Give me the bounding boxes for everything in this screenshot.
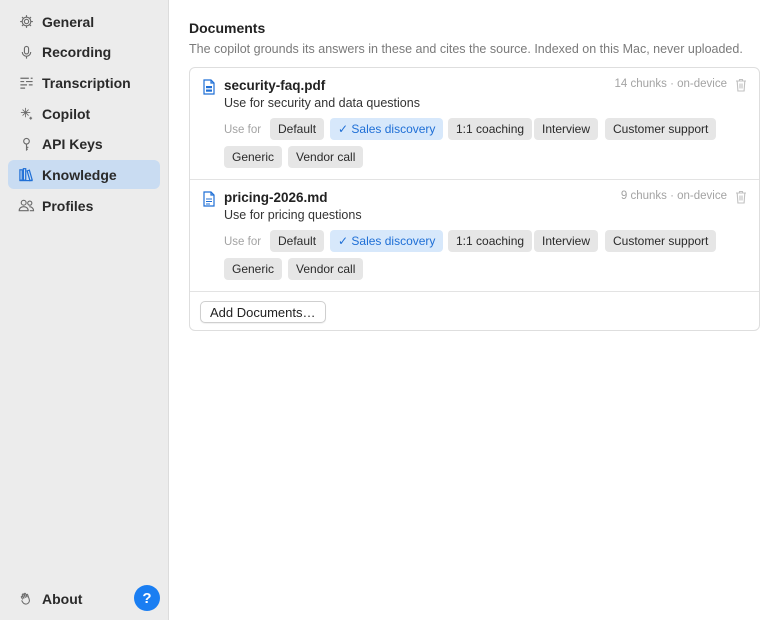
sparkle-icon (17, 105, 35, 123)
document-row: security-faq.pdf Use for security and da… (190, 68, 759, 180)
document-row: pricing-2026.md Use for pricing question… (190, 180, 759, 292)
document-name: pricing-2026.md (224, 190, 328, 205)
tag-1-1-coaching[interactable]: 1:1 coaching (448, 230, 533, 252)
tag-interview[interactable]: Interview (534, 230, 599, 252)
use-for-label: Use for (224, 236, 262, 248)
tag-sales-discovery[interactable]: ✓ Sales discovery (330, 230, 444, 252)
tag-generic[interactable]: Generic (224, 258, 283, 280)
people-icon (17, 197, 35, 215)
document-name: security-faq.pdf (224, 78, 326, 93)
tag-vendor-call[interactable]: Vendor call (288, 146, 364, 168)
sidebar-item-api-keys[interactable]: API Keys (8, 130, 160, 159)
tag-generic[interactable]: Generic (224, 146, 283, 168)
sidebar-item-label: Recording (42, 44, 112, 61)
section-description: The copilot grounds its answers in these… (189, 42, 743, 56)
tag-customer-support[interactable]: Customer support (605, 118, 717, 140)
tag-customer-support[interactable]: Customer support (605, 230, 717, 252)
document-use-description: Use for pricing questions (224, 208, 362, 222)
section-title: Documents (189, 20, 266, 36)
sidebar-nav: General Recording Transcription Copilot … (8, 7, 160, 222)
tag-default[interactable]: Default (270, 118, 325, 140)
sidebar-item-transcription[interactable]: Transcription (8, 68, 160, 97)
text-file-icon (202, 191, 216, 207)
document-list: security-faq.pdf Use for security and da… (189, 67, 760, 331)
about-label: About (42, 590, 83, 607)
microphone-icon (17, 43, 35, 61)
add-documents-button[interactable]: Add Documents… (200, 301, 326, 323)
tag-1-1-coaching[interactable]: 1:1 coaching (448, 118, 533, 140)
sidebar-item-knowledge[interactable]: Knowledge (8, 160, 160, 190)
trash-icon[interactable] (735, 78, 747, 92)
document-use-description: Use for security and data questions (224, 96, 420, 110)
sidebar-item-profiles[interactable]: Profiles (8, 191, 160, 220)
sidebar-item-label: API Keys (42, 136, 103, 153)
sidebar-item-label: Profiles (42, 197, 94, 214)
sidebar-item-label: General (42, 13, 95, 30)
document-meta: 14 chunks · on-device (614, 78, 727, 90)
library-books-icon (17, 166, 35, 184)
sidebar-item-copilot[interactable]: Copilot (8, 99, 160, 128)
help-button[interactable]: ? (134, 585, 160, 611)
pdf-file-icon (202, 79, 216, 95)
trash-icon[interactable] (735, 190, 747, 204)
key-icon (17, 135, 35, 153)
sidebar-item-recording[interactable]: Recording (8, 38, 160, 67)
document-meta: 9 chunks · on-device (620, 190, 727, 202)
use-for-label: Use for (224, 124, 262, 136)
tag-sales-discovery[interactable]: ✓ Sales discovery (330, 118, 444, 140)
sidebar-item-label: Transcription (42, 74, 131, 91)
tag-vendor-call[interactable]: Vendor call (288, 258, 364, 280)
tag-interview[interactable]: Interview (534, 118, 599, 140)
transcript-lines-icon (17, 74, 35, 92)
gear-icon (17, 13, 35, 31)
sidebar-item-label: Knowledge (42, 166, 117, 183)
sidebar-item-label: Copilot (42, 105, 91, 122)
tag-default[interactable]: Default (270, 230, 325, 252)
sidebar-item-general[interactable]: General (8, 7, 160, 36)
sidebar: General Recording Transcription Copilot … (0, 0, 169, 620)
hand-wave-icon (17, 590, 35, 608)
